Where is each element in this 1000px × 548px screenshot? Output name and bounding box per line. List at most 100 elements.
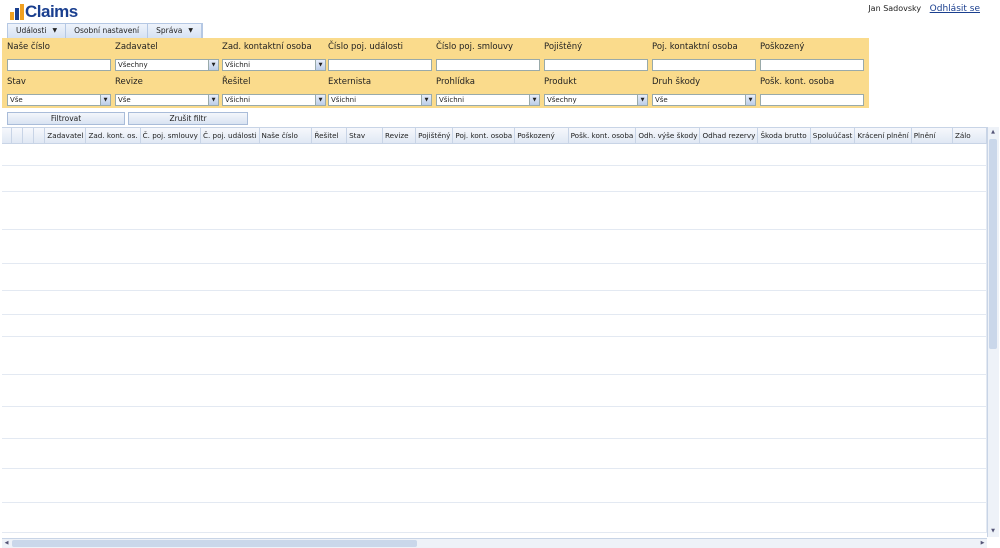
- table-row[interactable]: [2, 374, 987, 407]
- chevron-down-icon[interactable]: ▼: [208, 95, 218, 105]
- col-header[interactable]: Pošk. kont. osoba: [568, 128, 637, 144]
- blurred-cells: [2, 336, 987, 375]
- col-header[interactable]: Spoluúčast: [810, 128, 856, 144]
- filter-label: Poj. kontaktní osoba: [652, 42, 738, 52]
- table-row[interactable]: [2, 314, 987, 337]
- filter-label: Naše číslo: [7, 42, 50, 52]
- chevron-down-icon[interactable]: ▼: [637, 95, 647, 105]
- blurred-cells: [2, 314, 987, 337]
- col-header[interactable]: Zad. kont. os.: [85, 128, 141, 144]
- chevron-down-icon[interactable]: ▼: [208, 60, 218, 70]
- poj-kontaktni-osoba-input[interactable]: [652, 59, 756, 71]
- select-value: Všechny: [118, 61, 148, 69]
- chevron-down-icon[interactable]: ▼: [315, 95, 325, 105]
- posk-kont-osoba-input[interactable]: [760, 94, 864, 106]
- col-header[interactable]: Pojištěný: [415, 128, 454, 144]
- app-logo[interactable]: Claims: [10, 2, 78, 22]
- blurred-cells: [2, 406, 987, 439]
- col-header[interactable]: Č. poj. smlouvy: [140, 128, 201, 144]
- select-value: Vše: [118, 96, 131, 104]
- table-row[interactable]: [2, 468, 987, 503]
- stav-select[interactable]: Vše ▼: [7, 94, 111, 106]
- blurred-cells: [2, 263, 987, 291]
- pojisteny-input[interactable]: [544, 59, 648, 71]
- chevron-down-icon[interactable]: ▼: [421, 95, 431, 105]
- table-row[interactable]: [2, 290, 987, 315]
- blurred-cells: [2, 143, 987, 166]
- col-header[interactable]: Odhad rezervy: [699, 128, 759, 144]
- druh-skody-select[interactable]: Vše ▼: [652, 94, 756, 106]
- chevron-down-icon[interactable]: ▼: [315, 60, 325, 70]
- col-header[interactable]: Zálo: [952, 128, 987, 144]
- table-row[interactable]: [2, 438, 987, 469]
- revize-select[interactable]: Vše ▼: [115, 94, 219, 106]
- scroll-thumb[interactable]: [12, 540, 417, 547]
- arrow-right-icon[interactable]: ▶: [978, 539, 987, 548]
- col-header[interactable]: Řešitel: [311, 128, 348, 144]
- col-header[interactable]: Stav: [346, 128, 383, 144]
- table-row[interactable]: [2, 229, 987, 264]
- zad-kontaktni-osoba-select[interactable]: Všichni ▼: [222, 59, 326, 71]
- col-header[interactable]: Č. poj. události: [200, 128, 260, 144]
- filter-label: Externista: [328, 77, 372, 87]
- resitel-select[interactable]: Všichni ▼: [222, 94, 326, 106]
- chevron-down-icon: ▼: [188, 27, 194, 34]
- select-value: Všichni: [439, 96, 465, 104]
- grid-header-row: Zadavatel Zad. kont. os. Č. poj. smlouvy…: [2, 128, 987, 144]
- blurred-cells: [2, 165, 987, 192]
- scroll-thumb[interactable]: [989, 139, 997, 349]
- table-row[interactable]: [2, 502, 987, 533]
- filter-label: Poškozený: [760, 42, 805, 52]
- filter-button[interactable]: Filtrovat: [7, 112, 125, 125]
- arrow-down-icon[interactable]: ▼: [989, 527, 997, 536]
- prohlidka-select[interactable]: Všichni ▼: [436, 94, 540, 106]
- table-row[interactable]: [2, 191, 987, 230]
- col-header[interactable]: Odh. výše škody: [635, 128, 701, 144]
- filter-label: Druh škody: [652, 77, 701, 87]
- filter-panel: Naše číslo Zadavatel Všechny ▼ Zad. kontak…: [2, 38, 869, 108]
- chevron-down-icon[interactable]: ▼: [100, 95, 110, 105]
- grid-body: [2, 143, 987, 533]
- logo-bars-icon: [10, 4, 24, 20]
- table-row[interactable]: [2, 165, 987, 192]
- col-header[interactable]: Poškozený: [514, 128, 569, 144]
- table-row[interactable]: [2, 406, 987, 439]
- zadavatel-select[interactable]: Všechny ▼: [115, 59, 219, 71]
- vertical-scrollbar[interactable]: ▲ ▼: [987, 127, 999, 537]
- produkt-select[interactable]: Všechny ▼: [544, 94, 648, 106]
- cislo-poj-udalosti-input[interactable]: [328, 59, 432, 71]
- filter-label: Řešitel: [222, 77, 251, 87]
- col-header[interactable]: Zadavatel: [44, 128, 87, 144]
- table-row[interactable]: [2, 263, 987, 291]
- menu-sprava[interactable]: Správa ▼: [148, 24, 203, 38]
- chevron-down-icon[interactable]: ▼: [745, 95, 755, 105]
- menu-udalosti[interactable]: Události ▼: [8, 24, 67, 38]
- menu-osobni-nastaveni[interactable]: Osobní nastavení: [66, 24, 149, 38]
- filter-label: Stav: [7, 77, 26, 87]
- blurred-cells: [2, 290, 987, 315]
- poskozeny-input[interactable]: [760, 59, 864, 71]
- col-header[interactable]: Revize: [382, 128, 417, 144]
- filter-label: Revize: [115, 77, 143, 87]
- col-header[interactable]: Poj. kont. osoba: [452, 128, 516, 144]
- col-header[interactable]: Plnění: [911, 128, 953, 144]
- externista-select[interactable]: Všichni ▼: [328, 94, 432, 106]
- arrow-up-icon[interactable]: ▲: [989, 128, 997, 137]
- clear-filter-button[interactable]: Zrušit filtr: [128, 112, 248, 125]
- table-row[interactable]: [2, 143, 987, 166]
- table-row[interactable]: [2, 336, 987, 375]
- horizontal-scrollbar[interactable]: ◀ ▶: [2, 538, 987, 548]
- select-value: Všechny: [547, 96, 577, 104]
- col-header[interactable]: Škoda brutto: [757, 128, 811, 144]
- nase-cislo-input[interactable]: [7, 59, 111, 71]
- col-header[interactable]: Krácení plnění: [854, 128, 912, 144]
- logout-link[interactable]: Odhlásit se: [930, 4, 980, 14]
- cislo-poj-smlouvy-input[interactable]: [436, 59, 540, 71]
- filter-label: Prohlídka: [436, 77, 475, 87]
- arrow-left-icon[interactable]: ◀: [2, 539, 11, 548]
- filter-label: Pošk. kont. osoba: [760, 77, 835, 87]
- logo-text: Claims: [25, 2, 78, 21]
- chevron-down-icon[interactable]: ▼: [529, 95, 539, 105]
- claims-grid: Zadavatel Zad. kont. os. Č. poj. smlouvy…: [2, 127, 987, 538]
- col-header[interactable]: Naše číslo: [259, 128, 313, 144]
